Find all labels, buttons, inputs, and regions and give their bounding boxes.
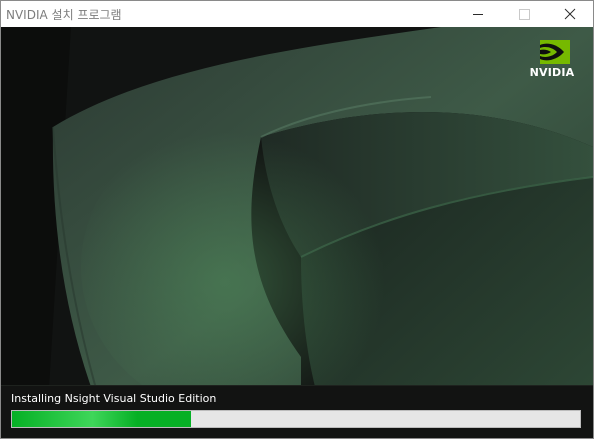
nvidia-eye-icon [540,40,570,64]
install-progress-bar [11,410,581,428]
nvidia-logo: NVIDIA [523,39,581,81]
minimize-icon [473,14,483,15]
installer-window: NVIDIA 설치 프로그램 NVIDIA Installing Nsight … [0,0,594,439]
title-bar[interactable]: NVIDIA 설치 프로그램 [1,1,593,27]
minimize-button[interactable] [455,1,501,27]
maximize-button [501,1,547,27]
progress-panel: Installing Nsight Visual Studio Edition [1,385,593,438]
background-artwork [1,27,593,438]
close-icon [564,8,576,20]
installer-content: NVIDIA Installing Nsight Visual Studio E… [1,27,593,438]
close-button[interactable] [547,1,593,27]
nvidia-wordmark: NVIDIA [529,66,575,79]
window-title: NVIDIA 설치 프로그램 [6,8,122,22]
maximize-icon [519,9,530,20]
install-status-text: Installing Nsight Visual Studio Edition [11,392,217,405]
install-progress-fill [12,411,191,427]
